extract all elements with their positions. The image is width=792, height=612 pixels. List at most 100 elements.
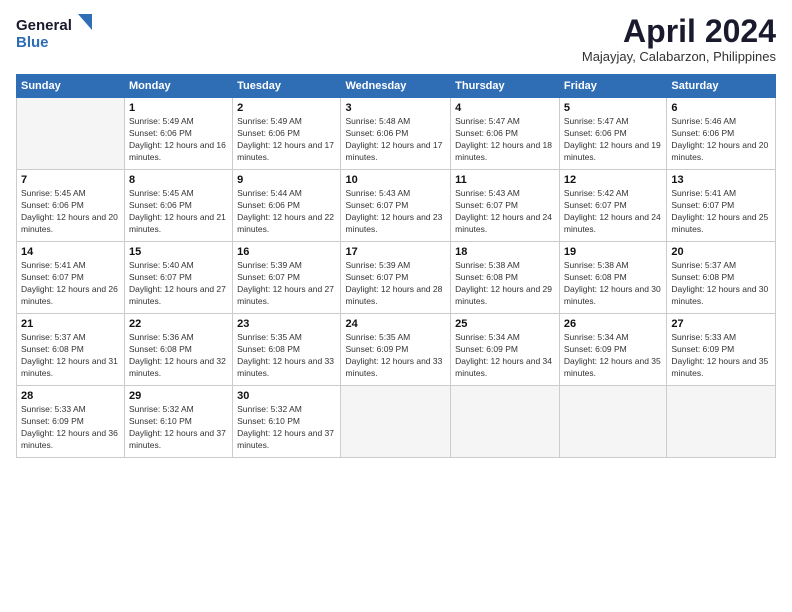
sunset-label: Sunset: 6:07 PM — [345, 272, 408, 282]
day-info: Sunrise: 5:46 AM Sunset: 6:06 PM Dayligh… — [671, 116, 771, 164]
sunrise-label: Sunrise: 5:34 AM — [455, 332, 520, 342]
calendar-cell — [17, 98, 125, 170]
day-info: Sunrise: 5:35 AM Sunset: 6:08 PM Dayligh… — [237, 332, 336, 380]
daylight-label: Daylight: 12 hours and 25 minutes. — [671, 212, 768, 234]
sunrise-label: Sunrise: 5:43 AM — [345, 188, 410, 198]
daylight-label: Daylight: 12 hours and 17 minutes. — [345, 140, 442, 162]
daylight-label: Daylight: 12 hours and 23 minutes. — [345, 212, 442, 234]
calendar-cell: 7 Sunrise: 5:45 AM Sunset: 6:06 PM Dayli… — [17, 170, 125, 242]
calendar-week-3: 21 Sunrise: 5:37 AM Sunset: 6:08 PM Dayl… — [17, 314, 776, 386]
calendar-cell: 27 Sunrise: 5:33 AM Sunset: 6:09 PM Dayl… — [667, 314, 776, 386]
svg-text:General: General — [16, 17, 72, 34]
day-number: 12 — [564, 174, 662, 186]
col-thursday: Thursday — [451, 75, 560, 98]
day-number: 29 — [129, 390, 228, 402]
day-number: 20 — [671, 246, 771, 258]
sunrise-label: Sunrise: 5:38 AM — [455, 260, 520, 270]
day-number: 24 — [345, 318, 446, 330]
day-info: Sunrise: 5:39 AM Sunset: 6:07 PM Dayligh… — [237, 260, 336, 308]
calendar-cell: 16 Sunrise: 5:39 AM Sunset: 6:07 PM Dayl… — [233, 242, 341, 314]
sunrise-label: Sunrise: 5:49 AM — [237, 116, 302, 126]
day-info: Sunrise: 5:42 AM Sunset: 6:07 PM Dayligh… — [564, 188, 662, 236]
day-info: Sunrise: 5:37 AM Sunset: 6:08 PM Dayligh… — [21, 332, 120, 380]
sunset-label: Sunset: 6:07 PM — [564, 200, 627, 210]
sunset-label: Sunset: 6:07 PM — [21, 272, 84, 282]
svg-text:Blue: Blue — [16, 34, 49, 51]
calendar-cell: 28 Sunrise: 5:33 AM Sunset: 6:09 PM Dayl… — [17, 386, 125, 458]
daylight-label: Daylight: 12 hours and 33 minutes. — [345, 356, 442, 378]
daylight-label: Daylight: 12 hours and 35 minutes. — [564, 356, 661, 378]
sunrise-label: Sunrise: 5:43 AM — [455, 188, 520, 198]
sunrise-label: Sunrise: 5:46 AM — [671, 116, 736, 126]
calendar-cell: 10 Sunrise: 5:43 AM Sunset: 6:07 PM Dayl… — [341, 170, 451, 242]
sunset-label: Sunset: 6:06 PM — [129, 200, 192, 210]
calendar-cell: 12 Sunrise: 5:42 AM Sunset: 6:07 PM Dayl… — [559, 170, 666, 242]
sunrise-label: Sunrise: 5:45 AM — [129, 188, 194, 198]
day-number: 6 — [671, 102, 771, 114]
col-friday: Friday — [559, 75, 666, 98]
calendar-cell: 15 Sunrise: 5:40 AM Sunset: 6:07 PM Dayl… — [125, 242, 233, 314]
day-number: 16 — [237, 246, 336, 258]
daylight-label: Daylight: 12 hours and 36 minutes. — [21, 428, 118, 450]
day-number: 9 — [237, 174, 336, 186]
calendar-week-4: 28 Sunrise: 5:33 AM Sunset: 6:09 PM Dayl… — [17, 386, 776, 458]
sunrise-label: Sunrise: 5:35 AM — [345, 332, 410, 342]
page: General Blue April 2024 Majayjay, Calaba… — [0, 0, 792, 612]
calendar-cell: 14 Sunrise: 5:41 AM Sunset: 6:07 PM Dayl… — [17, 242, 125, 314]
calendar-cell — [667, 386, 776, 458]
day-info: Sunrise: 5:38 AM Sunset: 6:08 PM Dayligh… — [564, 260, 662, 308]
day-number: 30 — [237, 390, 336, 402]
calendar-cell: 5 Sunrise: 5:47 AM Sunset: 6:06 PM Dayli… — [559, 98, 666, 170]
sunrise-label: Sunrise: 5:37 AM — [671, 260, 736, 270]
calendar-cell: 9 Sunrise: 5:44 AM Sunset: 6:06 PM Dayli… — [233, 170, 341, 242]
sunset-label: Sunset: 6:08 PM — [455, 272, 518, 282]
day-info: Sunrise: 5:38 AM Sunset: 6:08 PM Dayligh… — [455, 260, 555, 308]
sunrise-label: Sunrise: 5:38 AM — [564, 260, 629, 270]
day-number: 2 — [237, 102, 336, 114]
sunset-label: Sunset: 6:09 PM — [564, 344, 627, 354]
col-tuesday: Tuesday — [233, 75, 341, 98]
sunset-label: Sunset: 6:10 PM — [129, 416, 192, 426]
day-info: Sunrise: 5:43 AM Sunset: 6:07 PM Dayligh… — [345, 188, 446, 236]
header-row: Sunday Monday Tuesday Wednesday Thursday… — [17, 75, 776, 98]
calendar-cell: 3 Sunrise: 5:48 AM Sunset: 6:06 PM Dayli… — [341, 98, 451, 170]
daylight-label: Daylight: 12 hours and 30 minutes. — [564, 284, 661, 306]
sunset-label: Sunset: 6:06 PM — [455, 128, 518, 138]
calendar-cell — [341, 386, 451, 458]
calendar-cell: 29 Sunrise: 5:32 AM Sunset: 6:10 PM Dayl… — [125, 386, 233, 458]
day-number: 14 — [21, 246, 120, 258]
calendar-cell: 6 Sunrise: 5:46 AM Sunset: 6:06 PM Dayli… — [667, 98, 776, 170]
sunset-label: Sunset: 6:08 PM — [671, 272, 734, 282]
logo: General Blue — [16, 14, 96, 52]
daylight-label: Daylight: 12 hours and 22 minutes. — [237, 212, 334, 234]
sunset-label: Sunset: 6:07 PM — [129, 272, 192, 282]
calendar-cell: 11 Sunrise: 5:43 AM Sunset: 6:07 PM Dayl… — [451, 170, 560, 242]
sunrise-label: Sunrise: 5:40 AM — [129, 260, 194, 270]
day-number: 15 — [129, 246, 228, 258]
subtitle: Majayjay, Calabarzon, Philippines — [582, 49, 776, 64]
daylight-label: Daylight: 12 hours and 21 minutes. — [129, 212, 226, 234]
day-number: 19 — [564, 246, 662, 258]
day-info: Sunrise: 5:36 AM Sunset: 6:08 PM Dayligh… — [129, 332, 228, 380]
day-number: 17 — [345, 246, 446, 258]
sunrise-label: Sunrise: 5:44 AM — [237, 188, 302, 198]
calendar-cell: 24 Sunrise: 5:35 AM Sunset: 6:09 PM Dayl… — [341, 314, 451, 386]
sunrise-label: Sunrise: 5:37 AM — [21, 332, 86, 342]
sunrise-label: Sunrise: 5:48 AM — [345, 116, 410, 126]
day-info: Sunrise: 5:35 AM Sunset: 6:09 PM Dayligh… — [345, 332, 446, 380]
day-info: Sunrise: 5:47 AM Sunset: 6:06 PM Dayligh… — [564, 116, 662, 164]
sunset-label: Sunset: 6:10 PM — [237, 416, 300, 426]
day-number: 26 — [564, 318, 662, 330]
day-info: Sunrise: 5:45 AM Sunset: 6:06 PM Dayligh… — [21, 188, 120, 236]
sunrise-label: Sunrise: 5:41 AM — [21, 260, 86, 270]
sunset-label: Sunset: 6:06 PM — [564, 128, 627, 138]
day-info: Sunrise: 5:34 AM Sunset: 6:09 PM Dayligh… — [455, 332, 555, 380]
day-number: 8 — [129, 174, 228, 186]
daylight-label: Daylight: 12 hours and 20 minutes. — [671, 140, 768, 162]
calendar-cell — [451, 386, 560, 458]
sunrise-label: Sunrise: 5:41 AM — [671, 188, 736, 198]
daylight-label: Daylight: 12 hours and 16 minutes. — [129, 140, 226, 162]
sunset-label: Sunset: 6:09 PM — [345, 344, 408, 354]
calendar-cell: 8 Sunrise: 5:45 AM Sunset: 6:06 PM Dayli… — [125, 170, 233, 242]
logo-svg: General Blue — [16, 14, 96, 52]
